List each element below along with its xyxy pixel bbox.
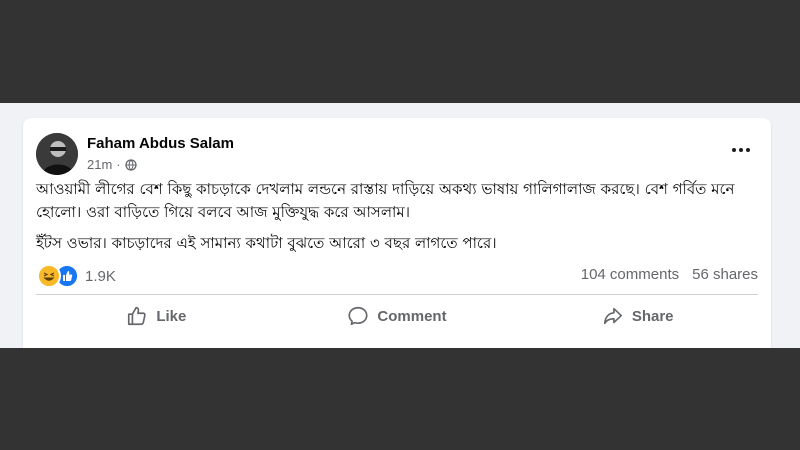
comments-count-link[interactable]: 104 comments	[581, 266, 679, 283]
like-button[interactable]: Like	[36, 298, 277, 334]
globe-icon[interactable]	[124, 158, 137, 171]
reaction-count: 1.9K	[85, 267, 116, 285]
top-overlay-band	[0, 0, 800, 103]
avatar-image	[36, 133, 78, 175]
share-button[interactable]: Share	[517, 298, 758, 334]
like-label: Like	[156, 307, 187, 325]
bottom-overlay-band	[0, 348, 800, 450]
ellipsis-icon	[732, 148, 736, 152]
post-meta: 21m ·	[87, 157, 137, 172]
meta-separator: ·	[116, 157, 121, 172]
more-options-button[interactable]	[725, 140, 757, 160]
share-icon	[603, 307, 622, 325]
avatar[interactable]	[36, 133, 78, 175]
post-paragraph: ইঁটস ওভার। কাচড়াদের এই সামান্য কথাটা বু…	[36, 234, 497, 252]
engagement-counts: 104 comments 56 shares	[581, 266, 758, 283]
post-time[interactable]: 21m	[87, 157, 112, 172]
comment-icon	[348, 306, 368, 326]
divider	[36, 294, 758, 295]
post-card: Faham Abdus Salam 21m · আওয়ামী লীগের বে…	[23, 118, 771, 358]
shares-count-link[interactable]: 56 shares	[692, 266, 758, 283]
share-label: Share	[631, 307, 674, 325]
post-body: আওয়ামী লীগের বেশ কিছু কাচড়াকে দেখলাম ল…	[36, 178, 761, 263]
thumbs-up-icon	[128, 306, 147, 326]
comment-button[interactable]: Comment	[277, 298, 518, 334]
haha-icon	[37, 264, 61, 288]
comment-label: Comment	[377, 307, 447, 325]
author-name[interactable]: Faham Abdus Salam	[87, 135, 234, 152]
post-paragraph: আওয়ামী লীগের বেশ কিছু কাচড়াকে দেখলাম ল…	[36, 180, 735, 221]
post-action-bar: Like Comment Share	[36, 298, 758, 334]
reactions-summary[interactable]: 1.9K	[37, 264, 116, 288]
